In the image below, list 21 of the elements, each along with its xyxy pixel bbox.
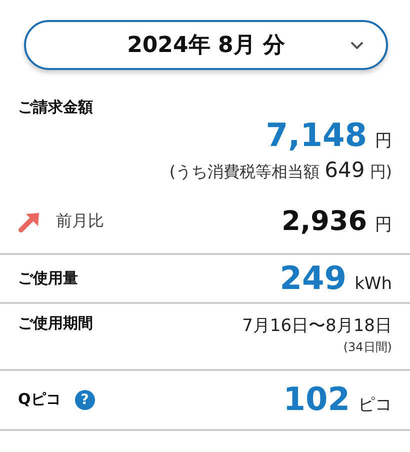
period-label: ご使用期間 bbox=[18, 314, 93, 333]
chevron-down-icon bbox=[350, 41, 364, 50]
usage-unit: kWh bbox=[354, 274, 392, 294]
help-icon[interactable]: ? bbox=[74, 390, 95, 410]
period-dates: 7月16日〜8月18日 bbox=[242, 314, 392, 337]
tax-label: (うち消費税等相当額 bbox=[169, 162, 320, 183]
tax-amount: 649 bbox=[324, 158, 365, 182]
period-days: (34日間) bbox=[343, 338, 392, 356]
currency-unit: 円 bbox=[375, 214, 392, 236]
tax-unit: 円) bbox=[370, 162, 392, 183]
billing-label: ご請求金額 bbox=[18, 98, 94, 117]
comparison-label: 前月比 bbox=[56, 211, 104, 232]
month-dropdown[interactable]: 2024年 8月 分 bbox=[24, 20, 388, 70]
billing-amount: 7,148 bbox=[266, 117, 367, 154]
usage-label: ご使用量 bbox=[18, 268, 78, 288]
points-unit: ピコ bbox=[358, 394, 392, 416]
points-label: Qピコ bbox=[18, 390, 61, 410]
comparison-value: 2,936 bbox=[282, 206, 367, 238]
currency-unit: 円 bbox=[375, 130, 392, 152]
usage-value: 249 bbox=[280, 260, 347, 297]
points-value: 102 bbox=[283, 381, 350, 418]
